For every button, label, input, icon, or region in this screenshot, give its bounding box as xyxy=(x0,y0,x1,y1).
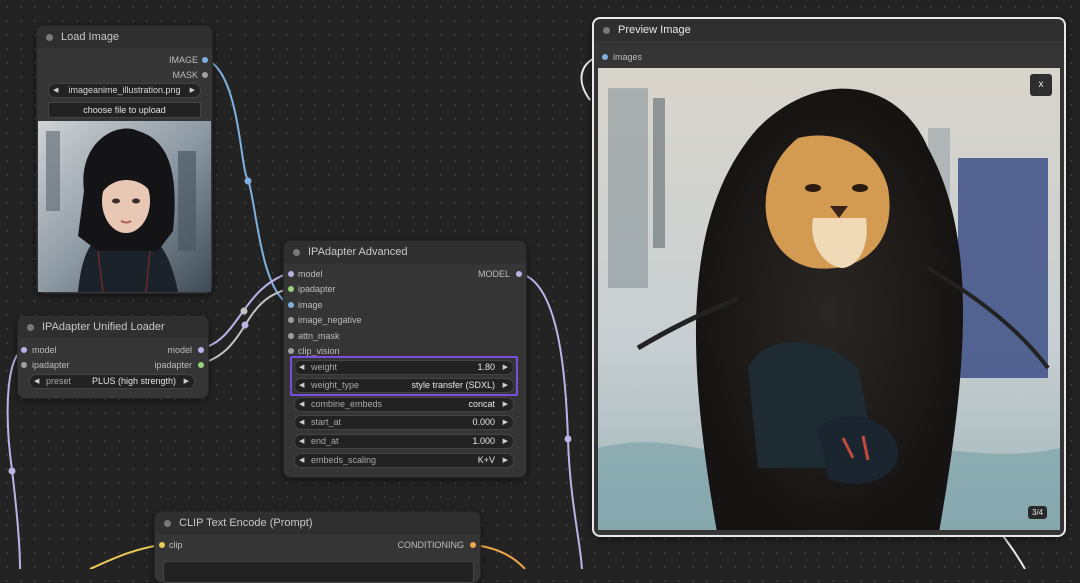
input-model-label: model xyxy=(298,269,323,279)
arrow-left-icon[interactable]: ◀ xyxy=(299,416,304,429)
image-filename: imageanime_illustration.png xyxy=(68,85,181,95)
end-at-value: 1.000 xyxy=(472,436,495,446)
upload-button[interactable]: choose file to upload xyxy=(48,102,201,118)
output-model-label: MODEL xyxy=(477,269,510,279)
start-at-label: start_at xyxy=(311,417,342,427)
input-attn-mask-label: attn_mask xyxy=(298,331,340,341)
output-conditioning-label: CONDITIONING xyxy=(397,540,465,550)
input-attn-mask-socket[interactable] xyxy=(288,333,294,339)
combine-embeds-widget[interactable]: ◀ combine_embeds concat ▶ xyxy=(294,397,514,412)
input-image-negative-label: image_negative xyxy=(298,315,362,325)
node-title-bar[interactable]: Load Image xyxy=(37,26,212,48)
arrow-right-icon[interactable]: ▶ xyxy=(503,398,508,411)
start-at-widget[interactable]: ◀ start_at 0.000 ▶ xyxy=(294,415,514,430)
arrow-right-icon[interactable]: ▶ xyxy=(503,416,508,429)
input-image-negative-socket[interactable] xyxy=(288,317,294,323)
collapse-dot-icon[interactable] xyxy=(164,520,171,527)
wire-conditioning xyxy=(473,544,526,569)
input-image-socket[interactable] xyxy=(288,302,294,308)
highlight-box xyxy=(290,356,518,396)
collapse-dot-icon[interactable] xyxy=(293,249,300,256)
ipadapter-unified-loader-node[interactable]: IPAdapter Unified Loader model ipadapter… xyxy=(17,315,209,399)
arrow-left-icon[interactable]: ◀ xyxy=(299,454,304,467)
input-model-socket[interactable] xyxy=(288,271,294,277)
start-at-value: 0.000 xyxy=(472,417,495,427)
arrow-left-icon[interactable]: ◀ xyxy=(299,435,304,448)
output-model-socket[interactable] xyxy=(516,271,522,277)
embeds-scaling-label: embeds_scaling xyxy=(311,455,377,465)
collapse-dot-icon[interactable] xyxy=(46,34,53,41)
wire-preview-out xyxy=(999,531,1026,569)
node-title: CLIP Text Encode (Prompt) xyxy=(179,517,313,529)
image-select-widget[interactable]: ◀ imageanime_illustration.png ▶ xyxy=(48,83,201,98)
input-ipadapter-socket[interactable] xyxy=(21,362,27,368)
node-title: Load Image xyxy=(61,31,120,43)
input-image-label: image xyxy=(298,300,323,310)
arrow-right-icon[interactable]: ▶ xyxy=(503,454,508,467)
arrow-left-icon[interactable]: ◀ xyxy=(299,398,304,411)
input-images-socket[interactable] xyxy=(602,54,608,60)
output-mask-socket[interactable] xyxy=(202,72,208,78)
image-preview-thumbnail xyxy=(38,121,211,292)
input-ipadapter-label: ipadapter xyxy=(32,360,70,370)
prompt-textarea[interactable] xyxy=(163,561,474,583)
close-icon[interactable]: x xyxy=(1030,74,1052,96)
node-title: IPAdapter Advanced xyxy=(308,246,408,258)
input-model-socket[interactable] xyxy=(21,347,27,353)
output-model-socket[interactable] xyxy=(198,347,204,353)
arrow-right-icon[interactable]: ▶ xyxy=(190,84,195,97)
output-conditioning-socket[interactable] xyxy=(470,542,476,548)
preview-image-node[interactable]: Preview Image images x 3/4 xyxy=(592,17,1066,537)
input-ipadapter-socket[interactable] xyxy=(288,286,294,292)
input-images-label: images xyxy=(613,52,643,62)
arrow-left-icon[interactable]: ◀ xyxy=(53,84,58,97)
node-title-bar[interactable]: IPAdapter Unified Loader xyxy=(18,316,208,338)
node-title: Preview Image xyxy=(618,24,691,36)
wire-ipadapter xyxy=(199,288,290,365)
node-title: IPAdapter Unified Loader xyxy=(42,321,165,333)
load-image-node[interactable]: Load Image IMAGE MASK ◀ imageanime_illus… xyxy=(36,25,213,294)
output-image-label: IMAGE xyxy=(168,55,198,65)
output-mask-label: MASK xyxy=(172,70,198,80)
node-title-bar[interactable]: IPAdapter Advanced xyxy=(284,241,526,263)
ipadapter-advanced-node[interactable]: IPAdapter Advanced model ipadapter image… xyxy=(283,240,527,478)
arrow-left-icon[interactable]: ◀ xyxy=(34,375,39,388)
collapse-dot-icon[interactable] xyxy=(27,324,34,331)
embeds-scaling-widget[interactable]: ◀ embeds_scaling K+V ▶ xyxy=(294,453,514,468)
combine-embeds-value: concat xyxy=(468,399,495,409)
combine-embeds-label: combine_embeds xyxy=(311,399,383,409)
input-ipadapter-label: ipadapter xyxy=(298,284,336,294)
embeds-scaling-value: K+V xyxy=(477,455,495,465)
output-model-label: model xyxy=(167,345,192,355)
clip-text-encode-node[interactable]: CLIP Text Encode (Prompt) clip CONDITION… xyxy=(154,511,481,583)
arrow-right-icon[interactable]: ▶ xyxy=(503,435,508,448)
input-model-label: model xyxy=(32,345,57,355)
preset-value: PLUS (high strength) xyxy=(91,376,176,386)
end-at-widget[interactable]: ◀ end_at 1.000 ▶ xyxy=(294,434,514,449)
wire-model xyxy=(199,272,290,350)
output-ipadapter-socket[interactable] xyxy=(198,362,204,368)
wire-model-out xyxy=(517,272,583,569)
wire-image xyxy=(204,58,290,305)
output-image-socket[interactable] xyxy=(202,57,208,63)
input-clip-socket[interactable] xyxy=(159,542,165,548)
node-title-bar[interactable]: Preview Image xyxy=(594,19,1064,41)
arrow-right-icon[interactable]: ▶ xyxy=(184,375,189,388)
preset-widget[interactable]: ◀ preset PLUS (high strength) ▶ xyxy=(29,374,195,389)
input-clip-label: clip xyxy=(169,540,183,550)
preview-output-image xyxy=(598,68,1060,530)
end-at-label: end_at xyxy=(311,436,339,446)
node-title-bar[interactable]: CLIP Text Encode (Prompt) xyxy=(155,512,480,534)
output-ipadapter-label: ipadapter xyxy=(154,360,192,370)
image-counter: 3/4 xyxy=(1028,506,1048,519)
wire-clip xyxy=(89,544,161,569)
collapse-dot-icon[interactable] xyxy=(603,27,610,34)
input-clip-vision-socket[interactable] xyxy=(288,348,294,354)
preset-label: preset xyxy=(46,376,72,386)
